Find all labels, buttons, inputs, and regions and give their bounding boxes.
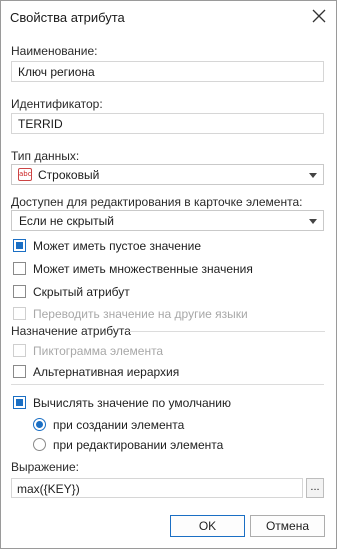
dialog-title: Свойства атрибута: [10, 10, 125, 25]
data-type-value: Строковый: [38, 168, 100, 182]
name-input[interactable]: Ключ региона: [11, 61, 324, 82]
element-icon-label: Пиктограмма элемента: [33, 344, 164, 358]
title-bar: Свойства атрибута: [1, 1, 336, 33]
section-divider: [11, 384, 324, 385]
expression-label: Выражение:: [11, 460, 80, 474]
chevron-down-icon: [309, 173, 317, 178]
translate-value-label: Переводить значение на другие языки: [33, 307, 248, 321]
hidden-attribute-checkbox[interactable]: [13, 285, 26, 298]
editable-select[interactable]: Если не скрытый: [11, 210, 324, 231]
identifier-label: Идентификатор:: [11, 97, 103, 111]
compute-default-label: Вычислять значение по умолчанию: [33, 396, 231, 410]
chevron-down-icon: [309, 219, 317, 224]
alt-hierarchy-label: Альтернативная иерархия: [33, 365, 180, 379]
name-label: Наименование:: [11, 44, 98, 58]
translate-value-checkbox[interactable]: [13, 307, 26, 320]
on-create-label: при создании элемента: [53, 418, 185, 432]
purpose-divider: [129, 331, 325, 332]
cancel-button[interactable]: Отмена: [250, 515, 325, 537]
allow-multiple-checkbox[interactable]: [13, 262, 26, 275]
string-type-icon: abc: [18, 168, 32, 181]
attribute-properties-dialog: Свойства атрибута Наименование: Ключ рег…: [0, 0, 337, 549]
data-type-select[interactable]: abc Строковый: [11, 164, 324, 185]
alt-hierarchy-checkbox[interactable]: [13, 365, 26, 378]
on-edit-label: при редактировании элемента: [53, 438, 224, 452]
on-create-radio[interactable]: [33, 418, 46, 431]
data-type-label: Тип данных:: [11, 149, 80, 163]
hidden-attribute-label: Скрытый атрибут: [33, 285, 130, 299]
editable-value: Если не скрытый: [19, 214, 114, 228]
ok-button[interactable]: OK: [170, 515, 245, 537]
allow-empty-checkbox[interactable]: [13, 239, 26, 252]
purpose-group-title: Назначение атрибута: [11, 324, 131, 338]
allow-empty-label: Может иметь пустое значение: [33, 239, 201, 253]
expression-input[interactable]: max({KEY}): [11, 478, 303, 498]
close-icon[interactable]: [310, 7, 328, 25]
allow-multiple-label: Может иметь множественные значения: [33, 262, 253, 276]
compute-default-checkbox[interactable]: [13, 396, 26, 409]
expression-browse-button[interactable]: ...: [306, 478, 324, 498]
editable-label: Доступен для редактирования в карточке э…: [11, 195, 303, 209]
element-icon-checkbox[interactable]: [13, 344, 26, 357]
identifier-input[interactable]: TERRID: [11, 113, 324, 134]
on-edit-radio[interactable]: [33, 438, 46, 451]
